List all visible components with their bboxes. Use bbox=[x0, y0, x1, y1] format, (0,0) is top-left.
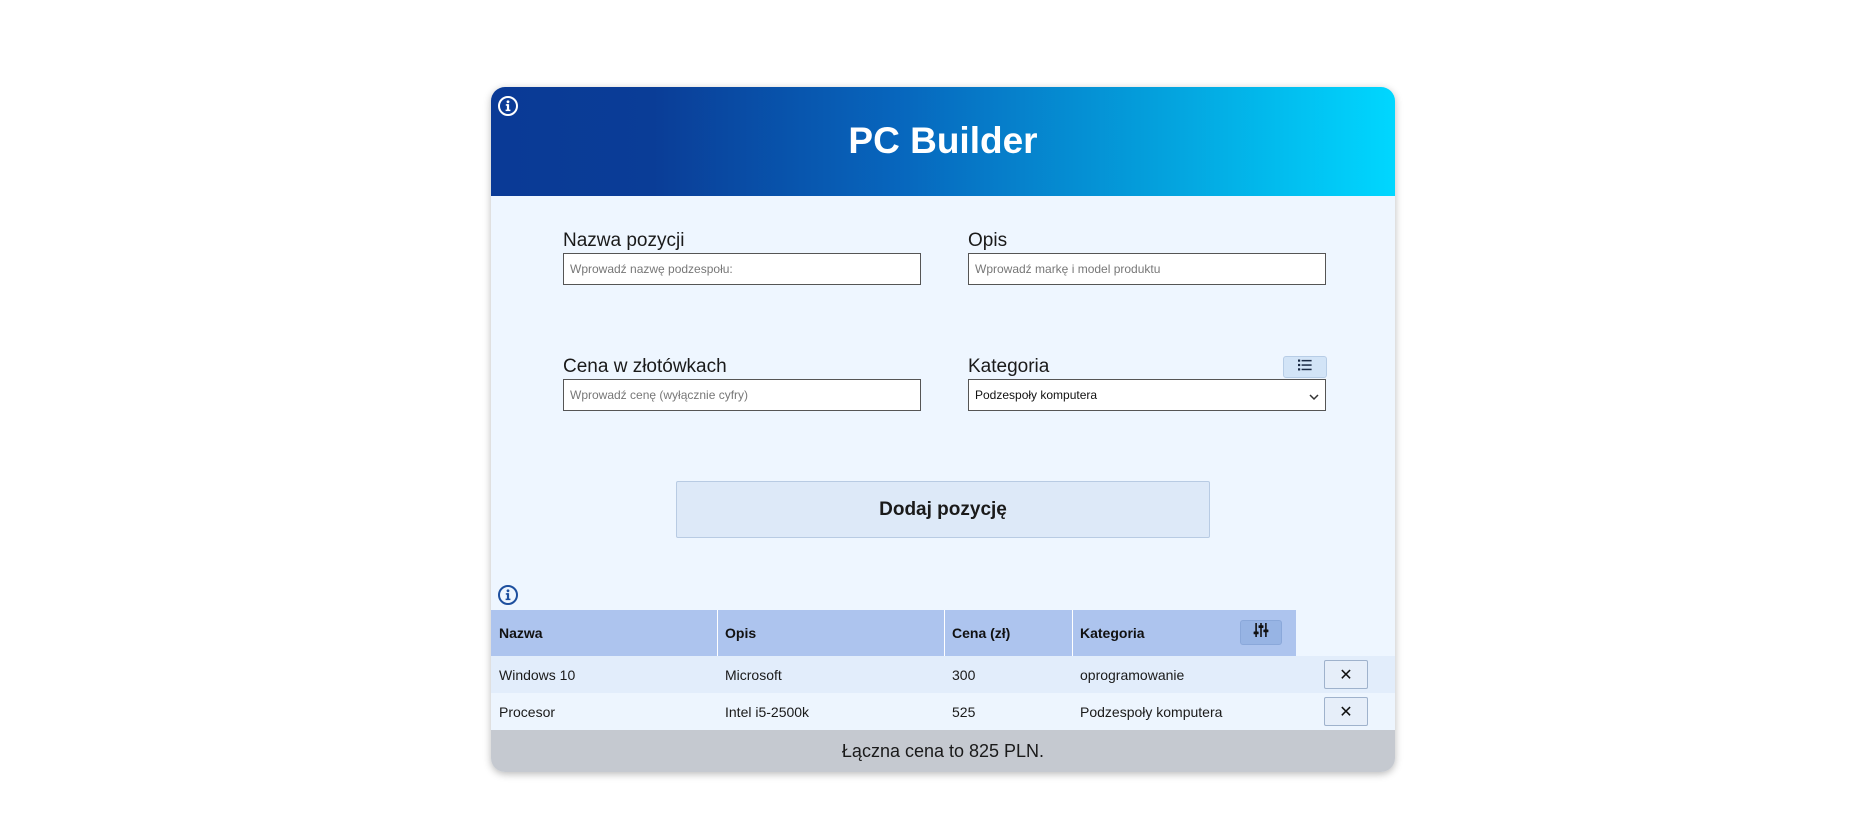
name-input[interactable] bbox=[563, 253, 921, 285]
price-field-label: Cena w złotówkach bbox=[563, 356, 727, 377]
description-input[interactable] bbox=[968, 253, 1326, 285]
filter-button[interactable] bbox=[1240, 620, 1282, 645]
sliders-icon bbox=[1253, 622, 1269, 643]
pc-builder-card: PC Builder Nazwa pozycji Opis Cena w zło… bbox=[491, 87, 1395, 772]
table-row: Windows 10 Microsoft 300 oprogramowanie … bbox=[491, 656, 1395, 693]
category-list-button[interactable] bbox=[1283, 356, 1327, 378]
category-select-value: Podzespoły komputera bbox=[975, 388, 1098, 402]
cell-name: Procesor bbox=[499, 703, 556, 720]
app-header: PC Builder bbox=[491, 87, 1395, 196]
total-price-footer: Łączna cena to 825 PLN. bbox=[491, 730, 1395, 772]
cell-description: Microsoft bbox=[725, 666, 782, 683]
info-circle-icon[interactable] bbox=[497, 584, 519, 606]
column-header-name[interactable]: Nazwa bbox=[491, 610, 717, 656]
info-circle-icon[interactable] bbox=[497, 95, 519, 117]
chevron-down-icon bbox=[1309, 390, 1319, 404]
price-input[interactable] bbox=[563, 379, 921, 411]
cell-category: oprogramowanie bbox=[1080, 666, 1185, 683]
cell-category: Podzespoły komputera bbox=[1080, 703, 1223, 720]
cell-description: Intel i5-2500k bbox=[725, 703, 810, 720]
column-header-price[interactable]: Cena (zł) bbox=[944, 610, 1072, 656]
category-field-label: Kategoria bbox=[968, 356, 1050, 377]
name-field-label: Nazwa pozycji bbox=[563, 230, 685, 251]
cell-price: 525 bbox=[952, 703, 976, 720]
category-select[interactable]: Podzespoły komputera bbox=[968, 379, 1326, 411]
delete-row-button[interactable]: ✕ bbox=[1324, 660, 1368, 689]
description-field-label: Opis bbox=[968, 230, 1008, 251]
cell-name: Windows 10 bbox=[499, 666, 576, 683]
delete-row-button[interactable]: ✕ bbox=[1324, 697, 1368, 726]
cell-price: 300 bbox=[952, 666, 976, 683]
add-item-button[interactable]: Dodaj pozycję bbox=[676, 481, 1210, 538]
column-header-description[interactable]: Opis bbox=[717, 610, 944, 656]
table-header: Nazwa Opis Cena (zł) Kategoria bbox=[491, 610, 1296, 656]
table-row: Procesor Intel i5-2500k 525 Podzespoły k… bbox=[491, 693, 1395, 730]
page-title: PC Builder bbox=[848, 120, 1038, 161]
list-icon bbox=[1298, 358, 1312, 376]
